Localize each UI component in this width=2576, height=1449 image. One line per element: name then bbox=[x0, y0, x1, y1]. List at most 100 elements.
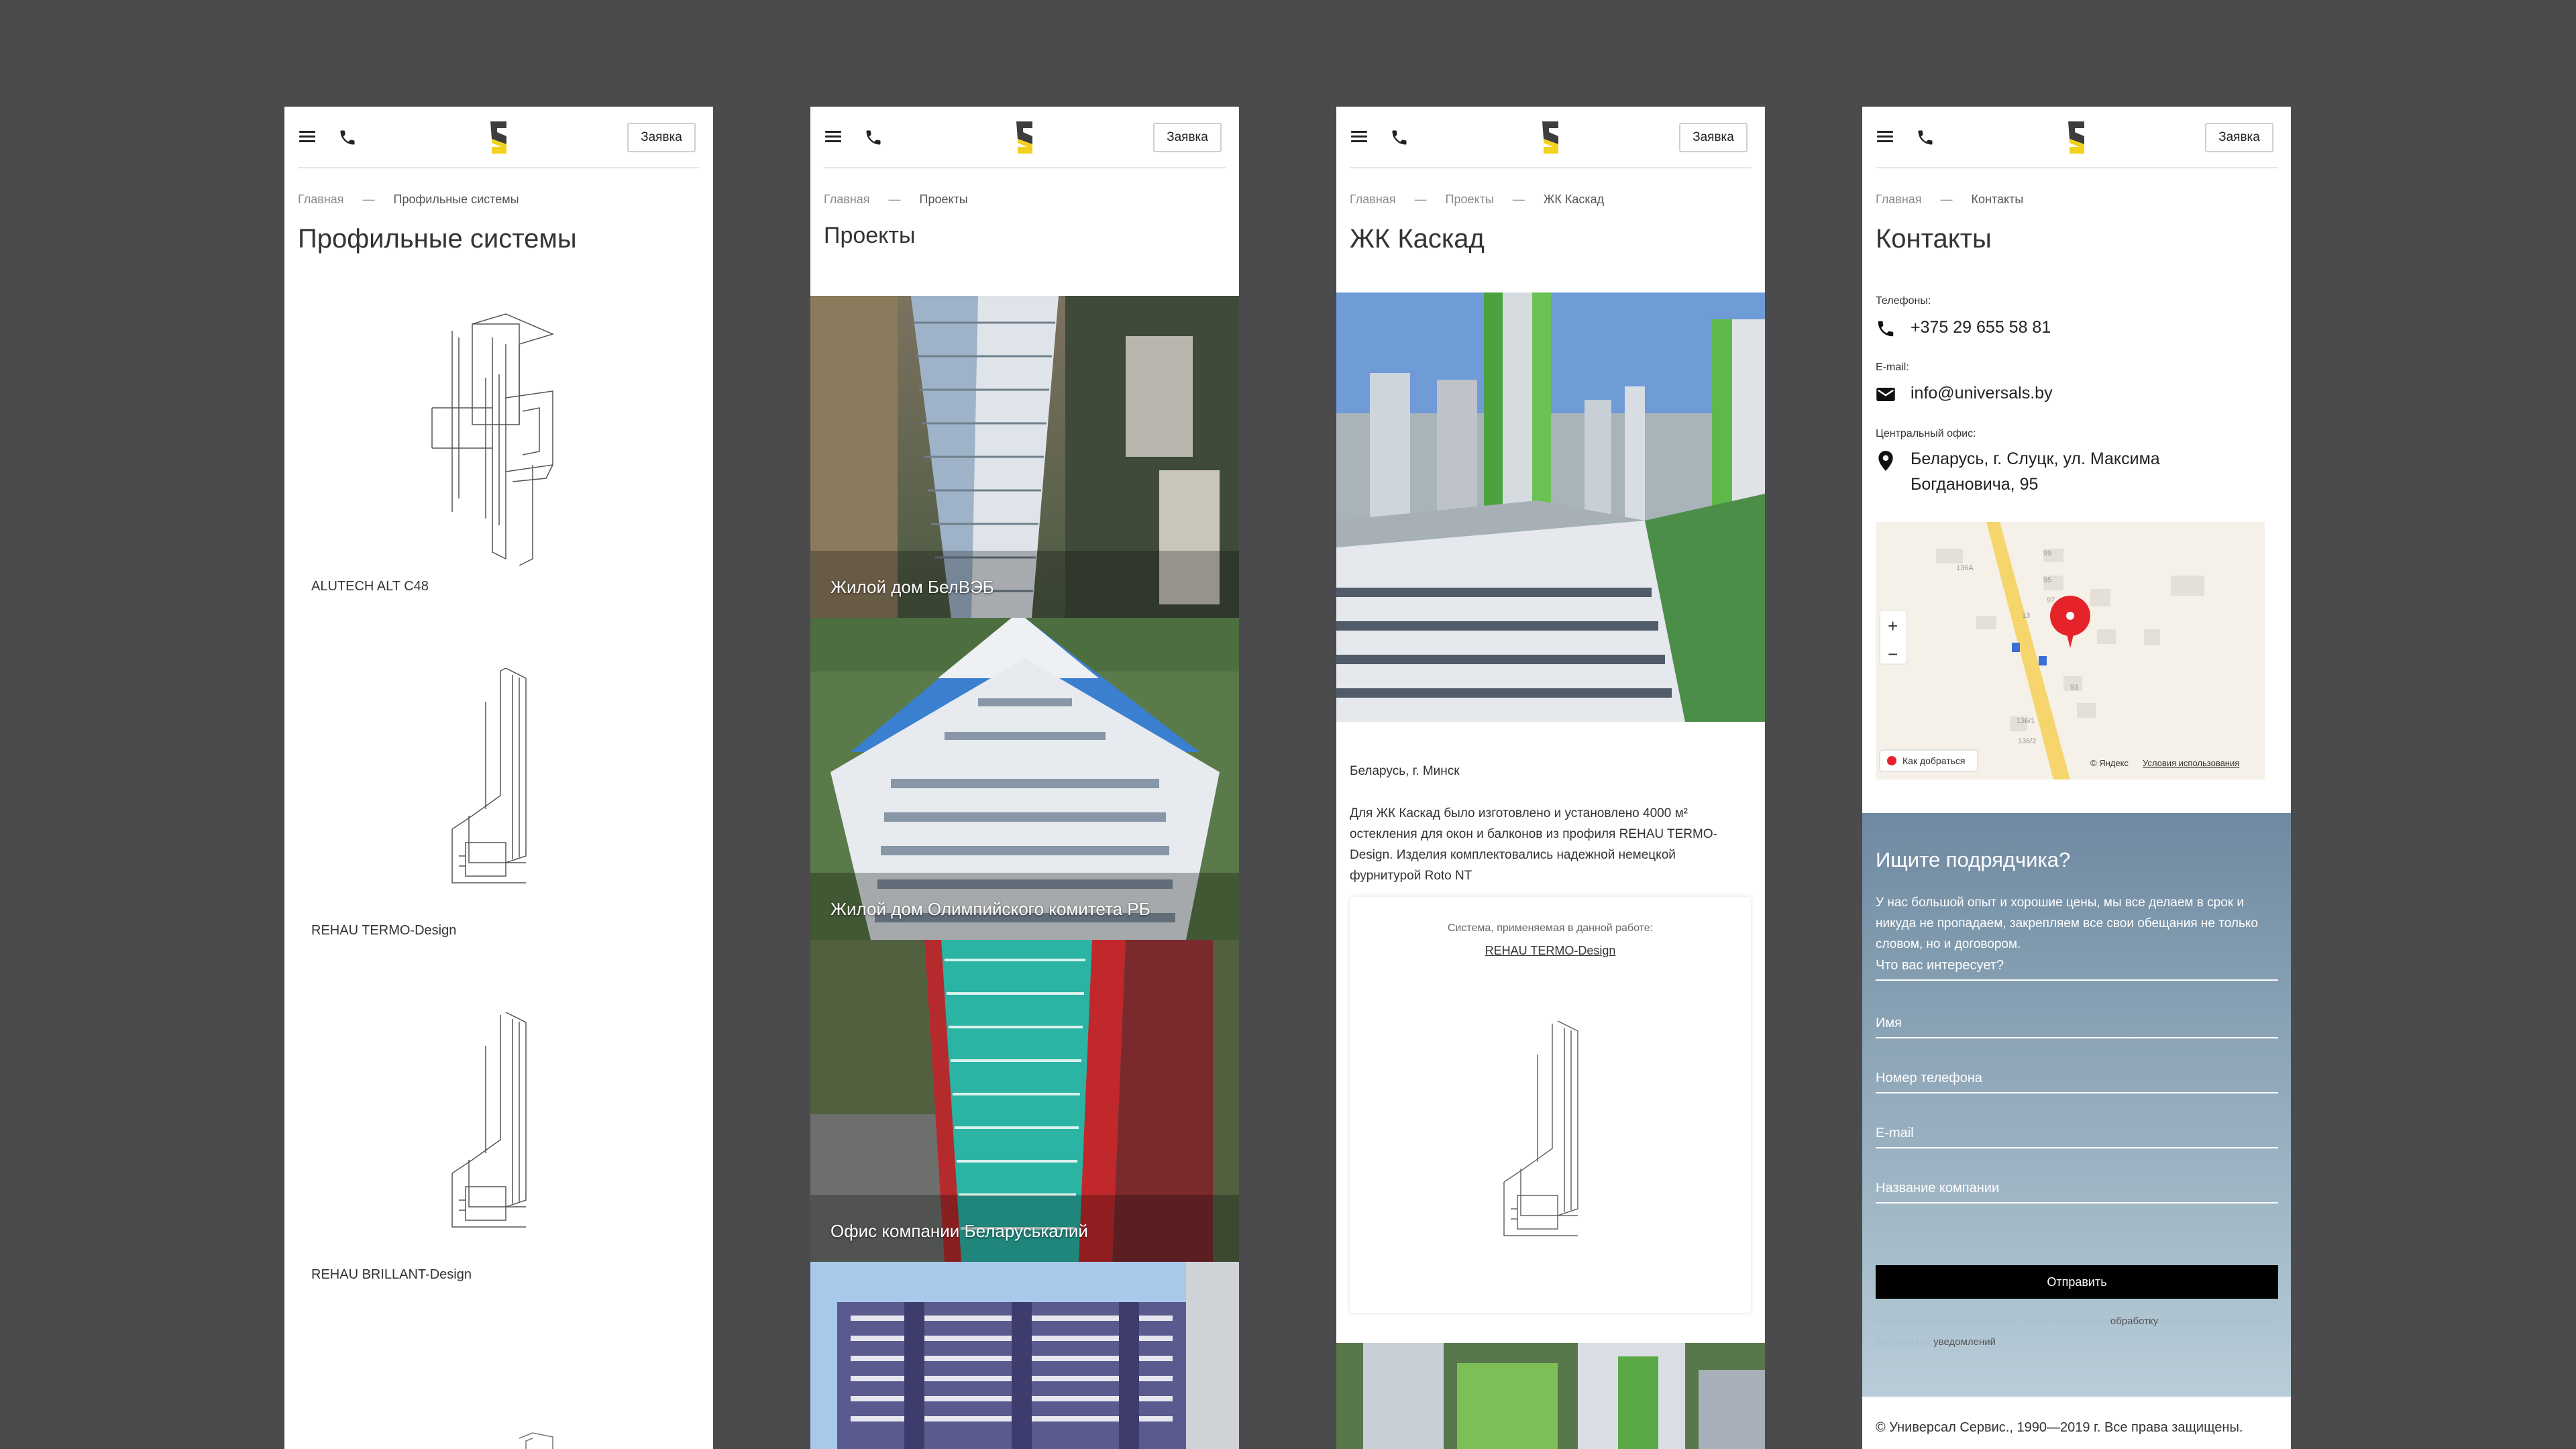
consent-link[interactable]: обработку bbox=[2110, 1316, 2158, 1327]
route-button[interactable]: Как добраться bbox=[1902, 755, 1965, 766]
system-link[interactable]: REHAU TERMO-Design bbox=[1350, 944, 1751, 958]
form-text: У нас большой опыт и хорошие цены, мы вс… bbox=[1876, 896, 2258, 951]
project-title: Жилой дом БелВЭБ bbox=[830, 577, 994, 597]
header: Заявка bbox=[1350, 107, 1752, 168]
project-photo bbox=[810, 1262, 1239, 1449]
product-image bbox=[1503, 1020, 1578, 1236]
phone-icon[interactable] bbox=[338, 128, 357, 147]
phone-icon[interactable] bbox=[864, 128, 883, 147]
map-widget[interactable]: 136A 13 95 97 99 136/1 136/2 93 + − Как … bbox=[1876, 522, 2265, 780]
project-location: Беларусь, г. Минск bbox=[1350, 764, 1460, 778]
terms-link[interactable]: Условия использования bbox=[2143, 758, 2239, 768]
next-project-photo[interactable] bbox=[1336, 1343, 1765, 1449]
menu-icon[interactable] bbox=[1351, 131, 1367, 143]
project-description: Для ЖК Каскад было изготовлено и установ… bbox=[1350, 806, 1717, 883]
crumb-home[interactable]: Главная bbox=[1350, 193, 1396, 207]
project-title: Жилой дом Олимпийского комитета РБ bbox=[830, 899, 1150, 919]
address-line: Богдановича, 95 bbox=[1911, 475, 2039, 494]
interest-field[interactable]: Что вас интересует? bbox=[1876, 954, 2278, 981]
request-button[interactable]: Заявка bbox=[627, 123, 696, 152]
product-card[interactable]: ALUTECH ALT C48 bbox=[298, 297, 700, 594]
map-label: 93 bbox=[2070, 684, 2078, 692]
system-label: Система, применяемая в данной работе: bbox=[1447, 922, 1654, 934]
consent-link[interactable]: уведомлений bbox=[1933, 1336, 1996, 1348]
crumb-home[interactable]: Главная bbox=[298, 193, 344, 207]
crumb-current: Контакты bbox=[1971, 193, 2024, 206]
project-card[interactable]: Офис компании Беларуськалий bbox=[810, 940, 1239, 1262]
logo-icon[interactable] bbox=[1014, 119, 1036, 156]
consent-text: Нажимая кнопку «Отправить», я даю соглас… bbox=[1876, 1311, 2278, 1352]
submit-button[interactable]: Отправить bbox=[1876, 1265, 2278, 1299]
phone-field[interactable]: Номер телефона bbox=[1876, 1067, 2278, 1093]
company-field[interactable]: Название компании bbox=[1876, 1177, 2278, 1203]
email-field[interactable]: E-mail bbox=[1876, 1122, 2278, 1148]
menu-icon[interactable] bbox=[299, 131, 315, 143]
product-card[interactable]: REHAU TERMO-Design bbox=[298, 641, 700, 938]
map-label: 136A bbox=[1956, 564, 1974, 572]
contact-form: Ищите подрядчика? У нас большой опыт и х… bbox=[1862, 813, 2291, 1397]
crumb-current: ЖК Каскад bbox=[1543, 193, 1605, 206]
product-image bbox=[298, 297, 700, 566]
page-title: Профильные системы bbox=[298, 224, 577, 254]
project-hero-photo bbox=[1336, 292, 1765, 722]
crumb-separator: — bbox=[1414, 193, 1427, 206]
crumb-home[interactable]: Главная bbox=[1876, 193, 1922, 207]
request-button[interactable]: Заявка bbox=[1679, 123, 1748, 152]
header: Заявка bbox=[824, 107, 1226, 168]
project-photo bbox=[810, 296, 1239, 618]
page-title: Контакты bbox=[1876, 224, 1992, 254]
screen-profile-systems: Заявка Главная — Профильные системы Проф… bbox=[284, 107, 713, 1449]
product-image bbox=[298, 641, 700, 910]
system-card[interactable]: Система, применяемая в данной работе: RE… bbox=[1350, 897, 1751, 1313]
breadcrumb: Главная — Проекты — ЖК Каскад bbox=[1350, 193, 1752, 207]
menu-icon[interactable] bbox=[825, 131, 841, 143]
project-title: Офис компании Беларуськалий bbox=[830, 1221, 1088, 1241]
menu-icon[interactable] bbox=[1877, 131, 1893, 143]
product-name: REHAU BRILLANT-Design bbox=[311, 1267, 472, 1282]
crumb-projects[interactable]: Проекты bbox=[1446, 193, 1494, 207]
phone-icon[interactable] bbox=[1916, 128, 1935, 147]
project-card[interactable]: Жилой дом БелВЭБ bbox=[810, 296, 1239, 618]
product-image-partial bbox=[519, 1432, 553, 1449]
request-button[interactable]: Заявка bbox=[2205, 123, 2273, 152]
map-label: 13 bbox=[2022, 612, 2030, 620]
breadcrumb: Главная — Профильные системы bbox=[298, 193, 700, 207]
map-label: 95 bbox=[2043, 576, 2051, 584]
screen-contacts: Заявка Главная — Контакты Контакты Телеф… bbox=[1862, 107, 2291, 1449]
page-title: Проекты bbox=[824, 223, 916, 248]
project-photo bbox=[810, 618, 1239, 940]
yandex-copyright: © Яндекс bbox=[2090, 758, 2129, 768]
screen-projects: Заявка Главная — Проекты Проекты Жилой д… bbox=[810, 107, 1239, 1449]
phone-icon bbox=[1878, 321, 1894, 337]
product-name: REHAU TERMO-Design bbox=[311, 923, 457, 938]
crumb-separator: — bbox=[888, 193, 901, 206]
email-link[interactable]: info@universals.by bbox=[1911, 384, 2053, 403]
consent-text-part: Нажимая кнопку «Отправить», я даю соглас… bbox=[1876, 1316, 2108, 1327]
screen-project-detail: Заявка Главная — Проекты — ЖК Каскад ЖК … bbox=[1336, 107, 1765, 1449]
map-label: 136/1 bbox=[2017, 717, 2035, 725]
product-card[interactable]: REHAU BRILLANT-Design bbox=[298, 985, 700, 1283]
page-title: ЖК Каскад bbox=[1350, 224, 1485, 254]
zoom-in-button[interactable]: + bbox=[1888, 616, 1898, 636]
logo-icon[interactable] bbox=[2065, 119, 2088, 156]
project-card[interactable]: Жилой дом Олимпийского комитета РБ bbox=[810, 618, 1239, 940]
footer-copyright: © Универсал Сервис., 1990—2019 г. Все пр… bbox=[1876, 1420, 2243, 1435]
logo-icon[interactable] bbox=[1540, 119, 1562, 156]
header: Заявка bbox=[298, 107, 700, 168]
crumb-home[interactable]: Главная bbox=[824, 193, 870, 207]
name-field[interactable]: Имя bbox=[1876, 1012, 2278, 1038]
phone-icon[interactable] bbox=[1390, 128, 1409, 147]
logo-icon[interactable] bbox=[488, 119, 511, 156]
product-image bbox=[298, 985, 700, 1254]
zoom-out-button[interactable]: − bbox=[1888, 644, 1898, 664]
request-button[interactable]: Заявка bbox=[1153, 123, 1222, 152]
project-photo bbox=[810, 940, 1239, 1262]
phone-link[interactable]: +375 29 655 58 81 bbox=[1911, 318, 2051, 337]
project-card[interactable] bbox=[810, 1262, 1239, 1449]
office-label: Центральный офис: bbox=[1876, 428, 1976, 439]
location-pin-icon bbox=[1878, 451, 1893, 471]
header: Заявка bbox=[1876, 107, 2277, 168]
breadcrumb: Главная — Контакты bbox=[1876, 193, 2277, 207]
crumb-separator: — bbox=[1512, 193, 1525, 206]
crumb-separator: — bbox=[1940, 193, 1953, 206]
